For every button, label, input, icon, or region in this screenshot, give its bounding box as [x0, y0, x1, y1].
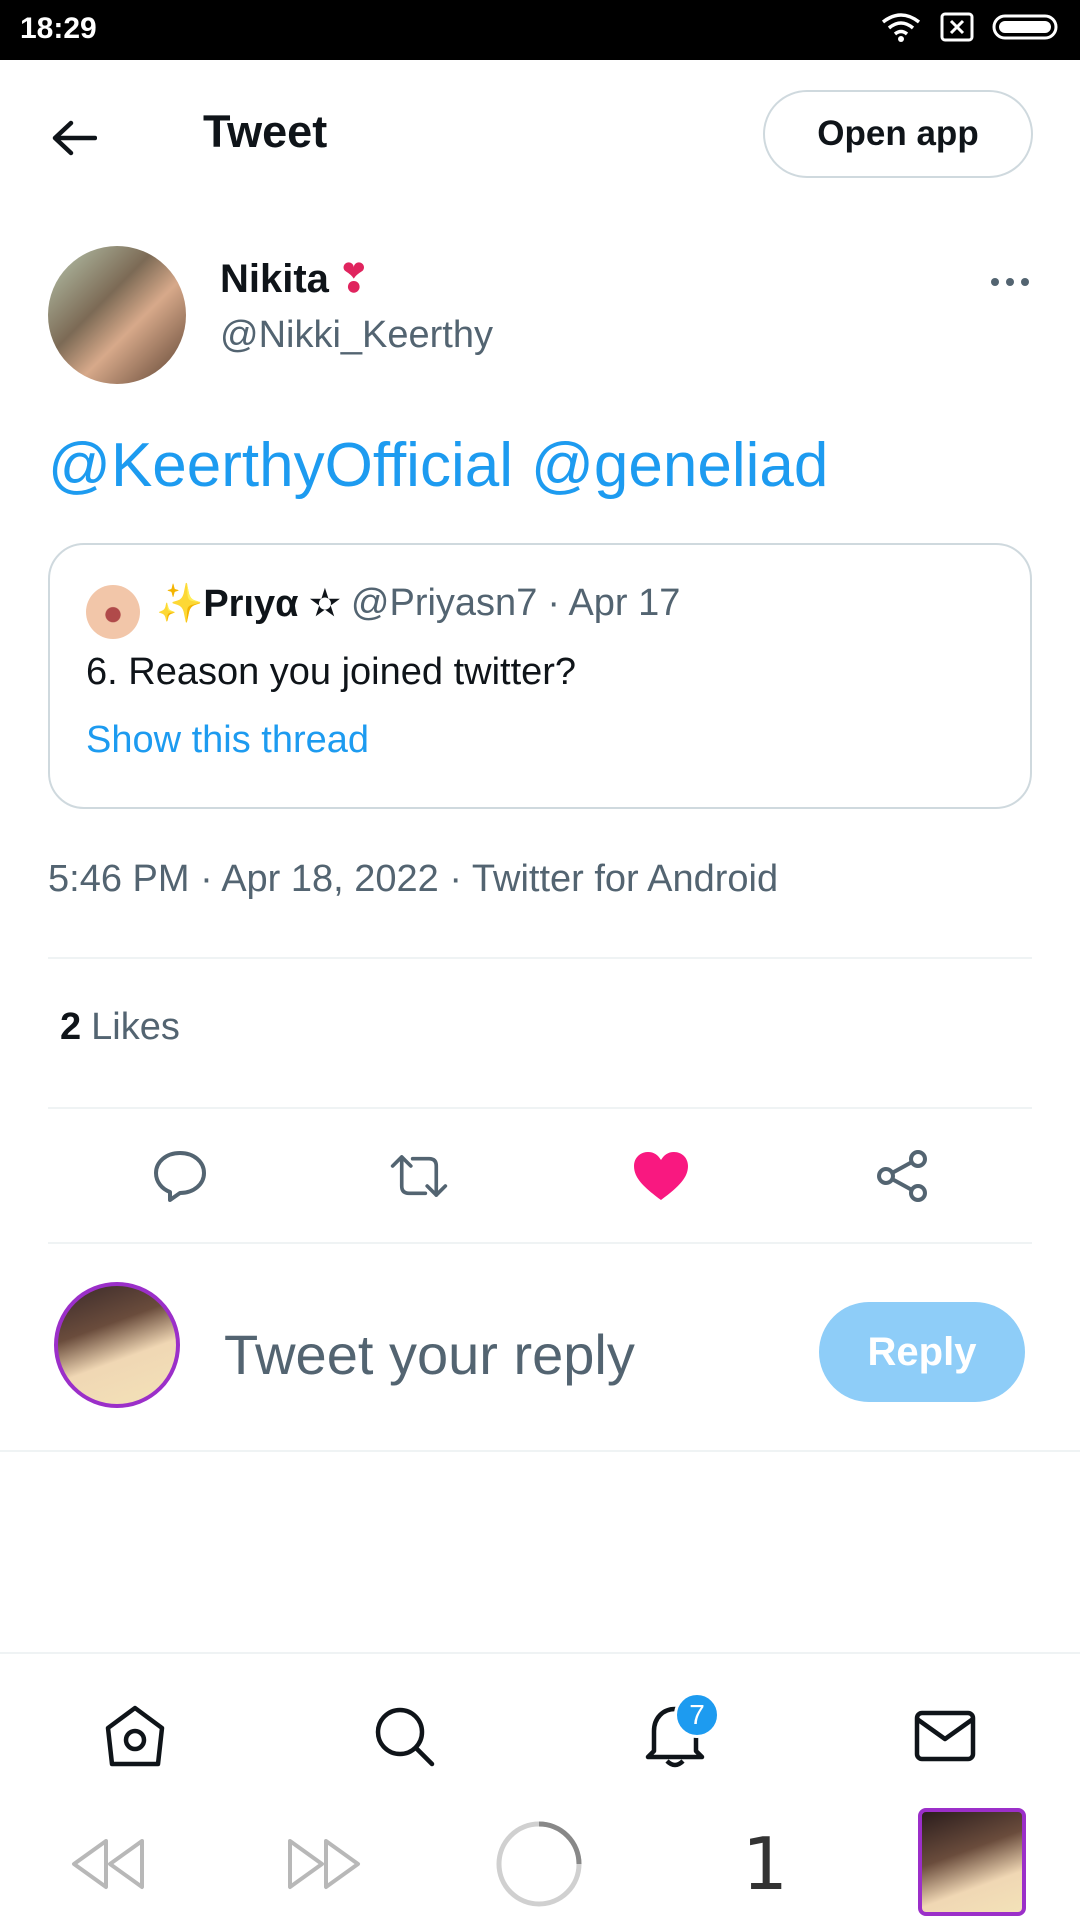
author-avatar[interactable] [48, 246, 186, 384]
header: Tweet Open app [0, 60, 1080, 210]
more-options-button[interactable] [980, 262, 1040, 302]
heart-filled-icon [634, 1152, 688, 1200]
page-title: Tweet [203, 106, 328, 157]
likes-label: Likes [91, 1006, 180, 1048]
loading-spinner-icon [496, 1821, 582, 1907]
likes-count[interactable]: 2 Likes [60, 1006, 180, 1049]
quoted-date: · Apr 17 [547, 582, 681, 624]
comment-icon [154, 1151, 206, 1202]
likes-number: 2 [60, 1006, 82, 1048]
tweet-text: @KeerthyOfficial @geneliad [48, 430, 846, 501]
quoted-header: ✨Prιyα ✫ @Priyasn7 · Apr 17 [156, 581, 680, 626]
nav-home[interactable] [95, 1696, 175, 1776]
author-handle[interactable]: @Nikki_Keerthy [220, 314, 493, 357]
mention-link[interactable]: @KeerthyOfficial [48, 431, 513, 500]
sim-icon [940, 12, 974, 42]
nav-messages[interactable] [905, 1696, 985, 1776]
battery-icon [992, 14, 1058, 40]
divider [48, 1242, 1032, 1244]
browser-reload-button[interactable] [494, 1821, 584, 1907]
like-action[interactable] [631, 1146, 691, 1206]
tweet-actions [48, 1128, 1032, 1224]
bottom-nav: 7 [0, 1652, 1080, 1802]
user-avatar[interactable] [54, 1282, 180, 1408]
browser-forward-button[interactable] [284, 1824, 364, 1904]
status-bar: 18:29 [0, 0, 1080, 60]
show-thread-link[interactable]: Show this thread [86, 719, 369, 762]
more-horizontal-icon [991, 278, 1029, 286]
wifi-icon [881, 13, 921, 42]
status-time: 18:29 [20, 12, 97, 45]
divider [48, 1107, 1032, 1109]
quoted-tweet[interactable]: ✨Prιyα ✫ @Priyasn7 · Apr 17 6. Reason yo… [48, 543, 1032, 809]
notification-badge: 7 [674, 1692, 720, 1738]
status-icons [880, 12, 1062, 42]
open-app-button[interactable]: Open app [763, 90, 1033, 178]
quoted-avatar [86, 585, 140, 639]
browser-controls: 1 [0, 1802, 1080, 1920]
quoted-name: ✨Prιyα ✫ [156, 583, 341, 625]
tab-thumbnail[interactable] [918, 1808, 1026, 1916]
reply-action[interactable] [150, 1146, 210, 1206]
nav-search[interactable] [364, 1696, 444, 1776]
tab-count[interactable]: 1 [730, 1822, 800, 1906]
rewind-icon [72, 1839, 144, 1889]
browser-back-button[interactable] [68, 1824, 148, 1904]
tweet-timestamp: 5:46 PM · Apr 18, 2022 · Twitter for And… [48, 858, 779, 900]
author-name[interactable]: Nikita ❣ [220, 256, 370, 302]
divider [0, 1450, 1080, 1452]
share-action[interactable] [872, 1146, 932, 1206]
author-name-text: Nikita [220, 256, 329, 301]
mail-icon [914, 1710, 976, 1762]
retweet-icon [390, 1155, 448, 1197]
share-icon [877, 1150, 927, 1202]
heart-exclamation-icon: ❣ [336, 257, 371, 301]
home-icon [105, 1705, 165, 1767]
mention-link[interactable]: @geneliad [531, 431, 828, 500]
reply-button[interactable]: Reply [819, 1302, 1025, 1402]
search-icon [375, 1707, 435, 1767]
quoted-text: 6. Reason you joined twitter? [86, 651, 577, 693]
divider [48, 957, 1032, 959]
fast-forward-icon [288, 1839, 360, 1889]
reply-input[interactable]: Tweet your reply [224, 1322, 635, 1387]
quoted-handle: @Priyasn7 [350, 582, 538, 624]
back-button[interactable] [44, 108, 104, 168]
retweet-action[interactable] [389, 1146, 449, 1206]
arrow-left-icon [52, 120, 97, 156]
